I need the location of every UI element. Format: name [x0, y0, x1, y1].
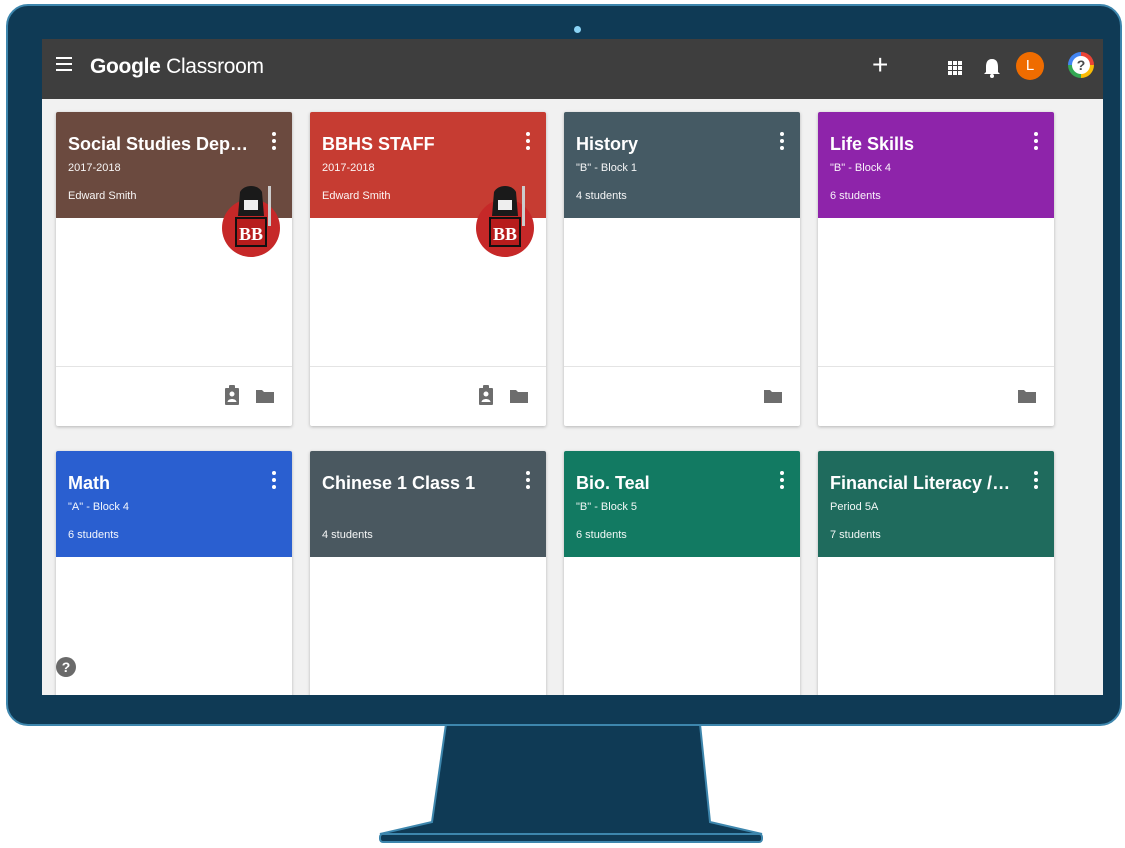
class-section: "A" - Block 4	[68, 501, 129, 513]
class-subtitle: 7 students	[830, 529, 881, 541]
class-title[interactable]: Math	[68, 473, 110, 494]
class-card-footer	[818, 366, 1054, 426]
more-options-icon[interactable]	[526, 471, 530, 489]
add-class-button[interactable]: +	[872, 51, 888, 79]
help-symbol: ?	[1072, 56, 1090, 74]
svg-text:BB: BB	[493, 224, 517, 244]
class-title[interactable]: Chinese 1 Class 1	[322, 473, 475, 494]
class-card-header[interactable]: Financial Literacy / 21... Period 5A 7 stu…	[818, 451, 1054, 557]
class-card-footer	[310, 366, 546, 426]
teacher-crest-avatar: BB	[476, 182, 534, 258]
svg-text:BB: BB	[239, 224, 263, 244]
class-subtitle: 6 students	[830, 190, 881, 202]
more-options-icon[interactable]	[780, 132, 784, 150]
class-subtitle: 4 students	[576, 190, 627, 202]
more-options-icon[interactable]	[272, 471, 276, 489]
class-card-header[interactable]: Life Skills "B" - Block 4 6 students	[818, 112, 1054, 218]
more-options-icon[interactable]	[526, 132, 530, 150]
folder-icon[interactable]	[510, 389, 528, 403]
class-card[interactable]: Financial Literacy / 21... Period 5A 7 stu…	[818, 451, 1054, 695]
class-subtitle: 6 students	[68, 529, 119, 541]
more-options-icon[interactable]	[780, 471, 784, 489]
app-header: Google Classroom + L ?	[42, 39, 1103, 99]
clipboard-icon[interactable]	[224, 385, 240, 405]
class-title[interactable]: Financial Literacy / 21...	[830, 473, 1015, 494]
webcam-dot	[574, 26, 581, 33]
class-card[interactable]: Math "A" - Block 4 6 students	[56, 451, 292, 695]
class-card-header[interactable]: Bio. Teal "B" - Block 5 6 students	[564, 451, 800, 557]
class-card[interactable]: Chinese 1 Class 1 4 students	[310, 451, 546, 695]
class-section: "B" - Block 4	[830, 162, 891, 174]
class-card-footer	[56, 366, 292, 426]
class-card[interactable]: History "B" - Block 1 4 students	[564, 112, 800, 426]
account-avatar[interactable]: L	[1016, 52, 1044, 80]
folder-icon[interactable]	[764, 389, 782, 403]
brand-classroom: Classroom	[166, 55, 264, 78]
class-title[interactable]: Bio. Teal	[576, 473, 650, 494]
class-section: "B" - Block 5	[576, 501, 637, 513]
class-card[interactable]: Bio. Teal "B" - Block 5 6 students	[564, 451, 800, 695]
more-options-icon[interactable]	[1034, 132, 1038, 150]
class-section: "B" - Block 1	[576, 162, 637, 174]
notifications-bell-icon[interactable]	[982, 57, 1002, 79]
class-subtitle: 6 students	[576, 529, 627, 541]
class-subtitle: 4 students	[322, 529, 373, 541]
clipboard-icon[interactable]	[478, 385, 494, 405]
more-options-icon[interactable]	[272, 132, 276, 150]
class-subtitle: Edward Smith	[68, 190, 137, 202]
class-section: 2017-2018	[322, 162, 375, 174]
class-title[interactable]: BBHS STAFF	[322, 134, 435, 155]
class-title[interactable]: History	[576, 134, 638, 155]
class-card-footer	[564, 366, 800, 426]
app-logo[interactable]: Google Classroom	[90, 55, 264, 79]
class-card-header[interactable]: History "B" - Block 1 4 students	[564, 112, 800, 218]
class-title[interactable]: Life Skills	[830, 134, 914, 155]
class-section: Period 5A	[830, 501, 879, 513]
class-card-header[interactable]: Math "A" - Block 4 6 students	[56, 451, 292, 557]
class-subtitle: Edward Smith	[322, 190, 391, 202]
class-card[interactable]: BBHS STAFF 2017-2018 Edward Smith BB	[310, 112, 546, 426]
teacher-crest-avatar: BB	[222, 182, 280, 258]
class-card[interactable]: Life Skills "B" - Block 4 6 students	[818, 112, 1054, 426]
help-icon[interactable]: ?	[1068, 52, 1094, 78]
class-section: 2017-2018	[68, 162, 121, 174]
hamburger-menu-icon[interactable]	[56, 57, 72, 71]
class-card[interactable]: Social Studies Depart... 2017-2018 Edward …	[56, 112, 292, 426]
classroom-screen: Google Classroom + L ? Social Studies De…	[42, 39, 1103, 695]
folder-icon[interactable]	[1018, 389, 1036, 403]
more-options-icon[interactable]	[1034, 471, 1038, 489]
help-corner-icon[interactable]: ?	[56, 657, 76, 677]
brand-google: Google	[90, 55, 161, 78]
class-card-header[interactable]: Chinese 1 Class 1 4 students	[310, 451, 546, 557]
apps-grid-icon[interactable]	[948, 61, 962, 75]
class-title[interactable]: Social Studies Depart...	[68, 134, 253, 155]
folder-icon[interactable]	[256, 389, 274, 403]
